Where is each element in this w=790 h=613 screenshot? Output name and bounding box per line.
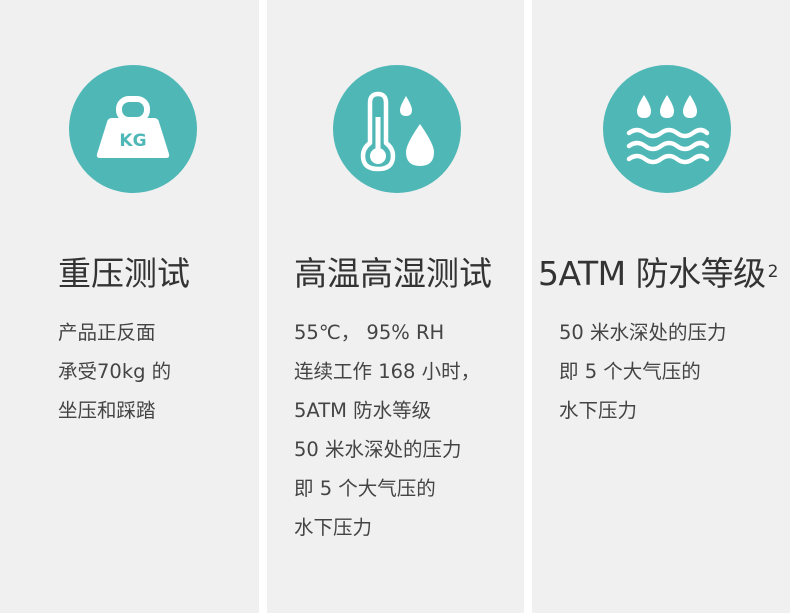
desc-line: 即 5 个大气压的 [559, 360, 701, 383]
desc-line: 5ATM 防水等级 [294, 399, 432, 422]
kg-weight-icon: KG [69, 65, 197, 193]
desc-line: 坐压和踩踏 [58, 399, 156, 422]
heat-humidity-test-panel: 高温高湿测试 55℃， 95% RH 连续工作 168 小时， 5ATM 防水等… [267, 0, 524, 613]
desc-line: 水下压力 [294, 516, 373, 539]
weight-test-description: 产品正反面 承受70kg 的 坐压和踩踏 [58, 313, 171, 430]
weight-test-title: 重压测试 [58, 254, 190, 293]
desc-line: 50 米水深处的压力 [559, 321, 727, 344]
desc-line: 55℃， 95% RH [294, 321, 445, 344]
waterproof-title: 5ATM 防水等级 2 [538, 252, 778, 296]
water-waves-icon [603, 65, 731, 193]
desc-line: 连续工作 168 小时， [294, 360, 481, 383]
heat-humidity-test-title: 高温高湿测试 [294, 254, 492, 293]
heat-humidity-test-description: 55℃， 95% RH 连续工作 168 小时， 5ATM 防水等级 50 米水… [294, 313, 480, 547]
waterproof-title-text: 5ATM 防水等级 [538, 254, 766, 293]
desc-line: 水下压力 [559, 399, 638, 422]
waterproof-panel: 5ATM 防水等级 2 50 米水深处的压力 即 5 个大气压的 水下压力 [532, 0, 790, 613]
desc-line: 50 米水深处的压力 [294, 438, 462, 461]
kg-label: KG [119, 131, 146, 151]
waterproof-description: 50 米水深处的压力 即 5 个大气压的 水下压力 [559, 313, 727, 430]
desc-line: 即 5 个大气压的 [294, 477, 436, 500]
footnote-marker: 2 [767, 262, 779, 282]
thermometer-humidity-icon [333, 65, 461, 193]
desc-line: 承受70kg 的 [58, 360, 172, 383]
desc-line: 产品正反面 [58, 321, 156, 344]
weight-test-panel: KG 重压测试 产品正反面 承受70kg 的 坐压和踩踏 [0, 0, 259, 613]
